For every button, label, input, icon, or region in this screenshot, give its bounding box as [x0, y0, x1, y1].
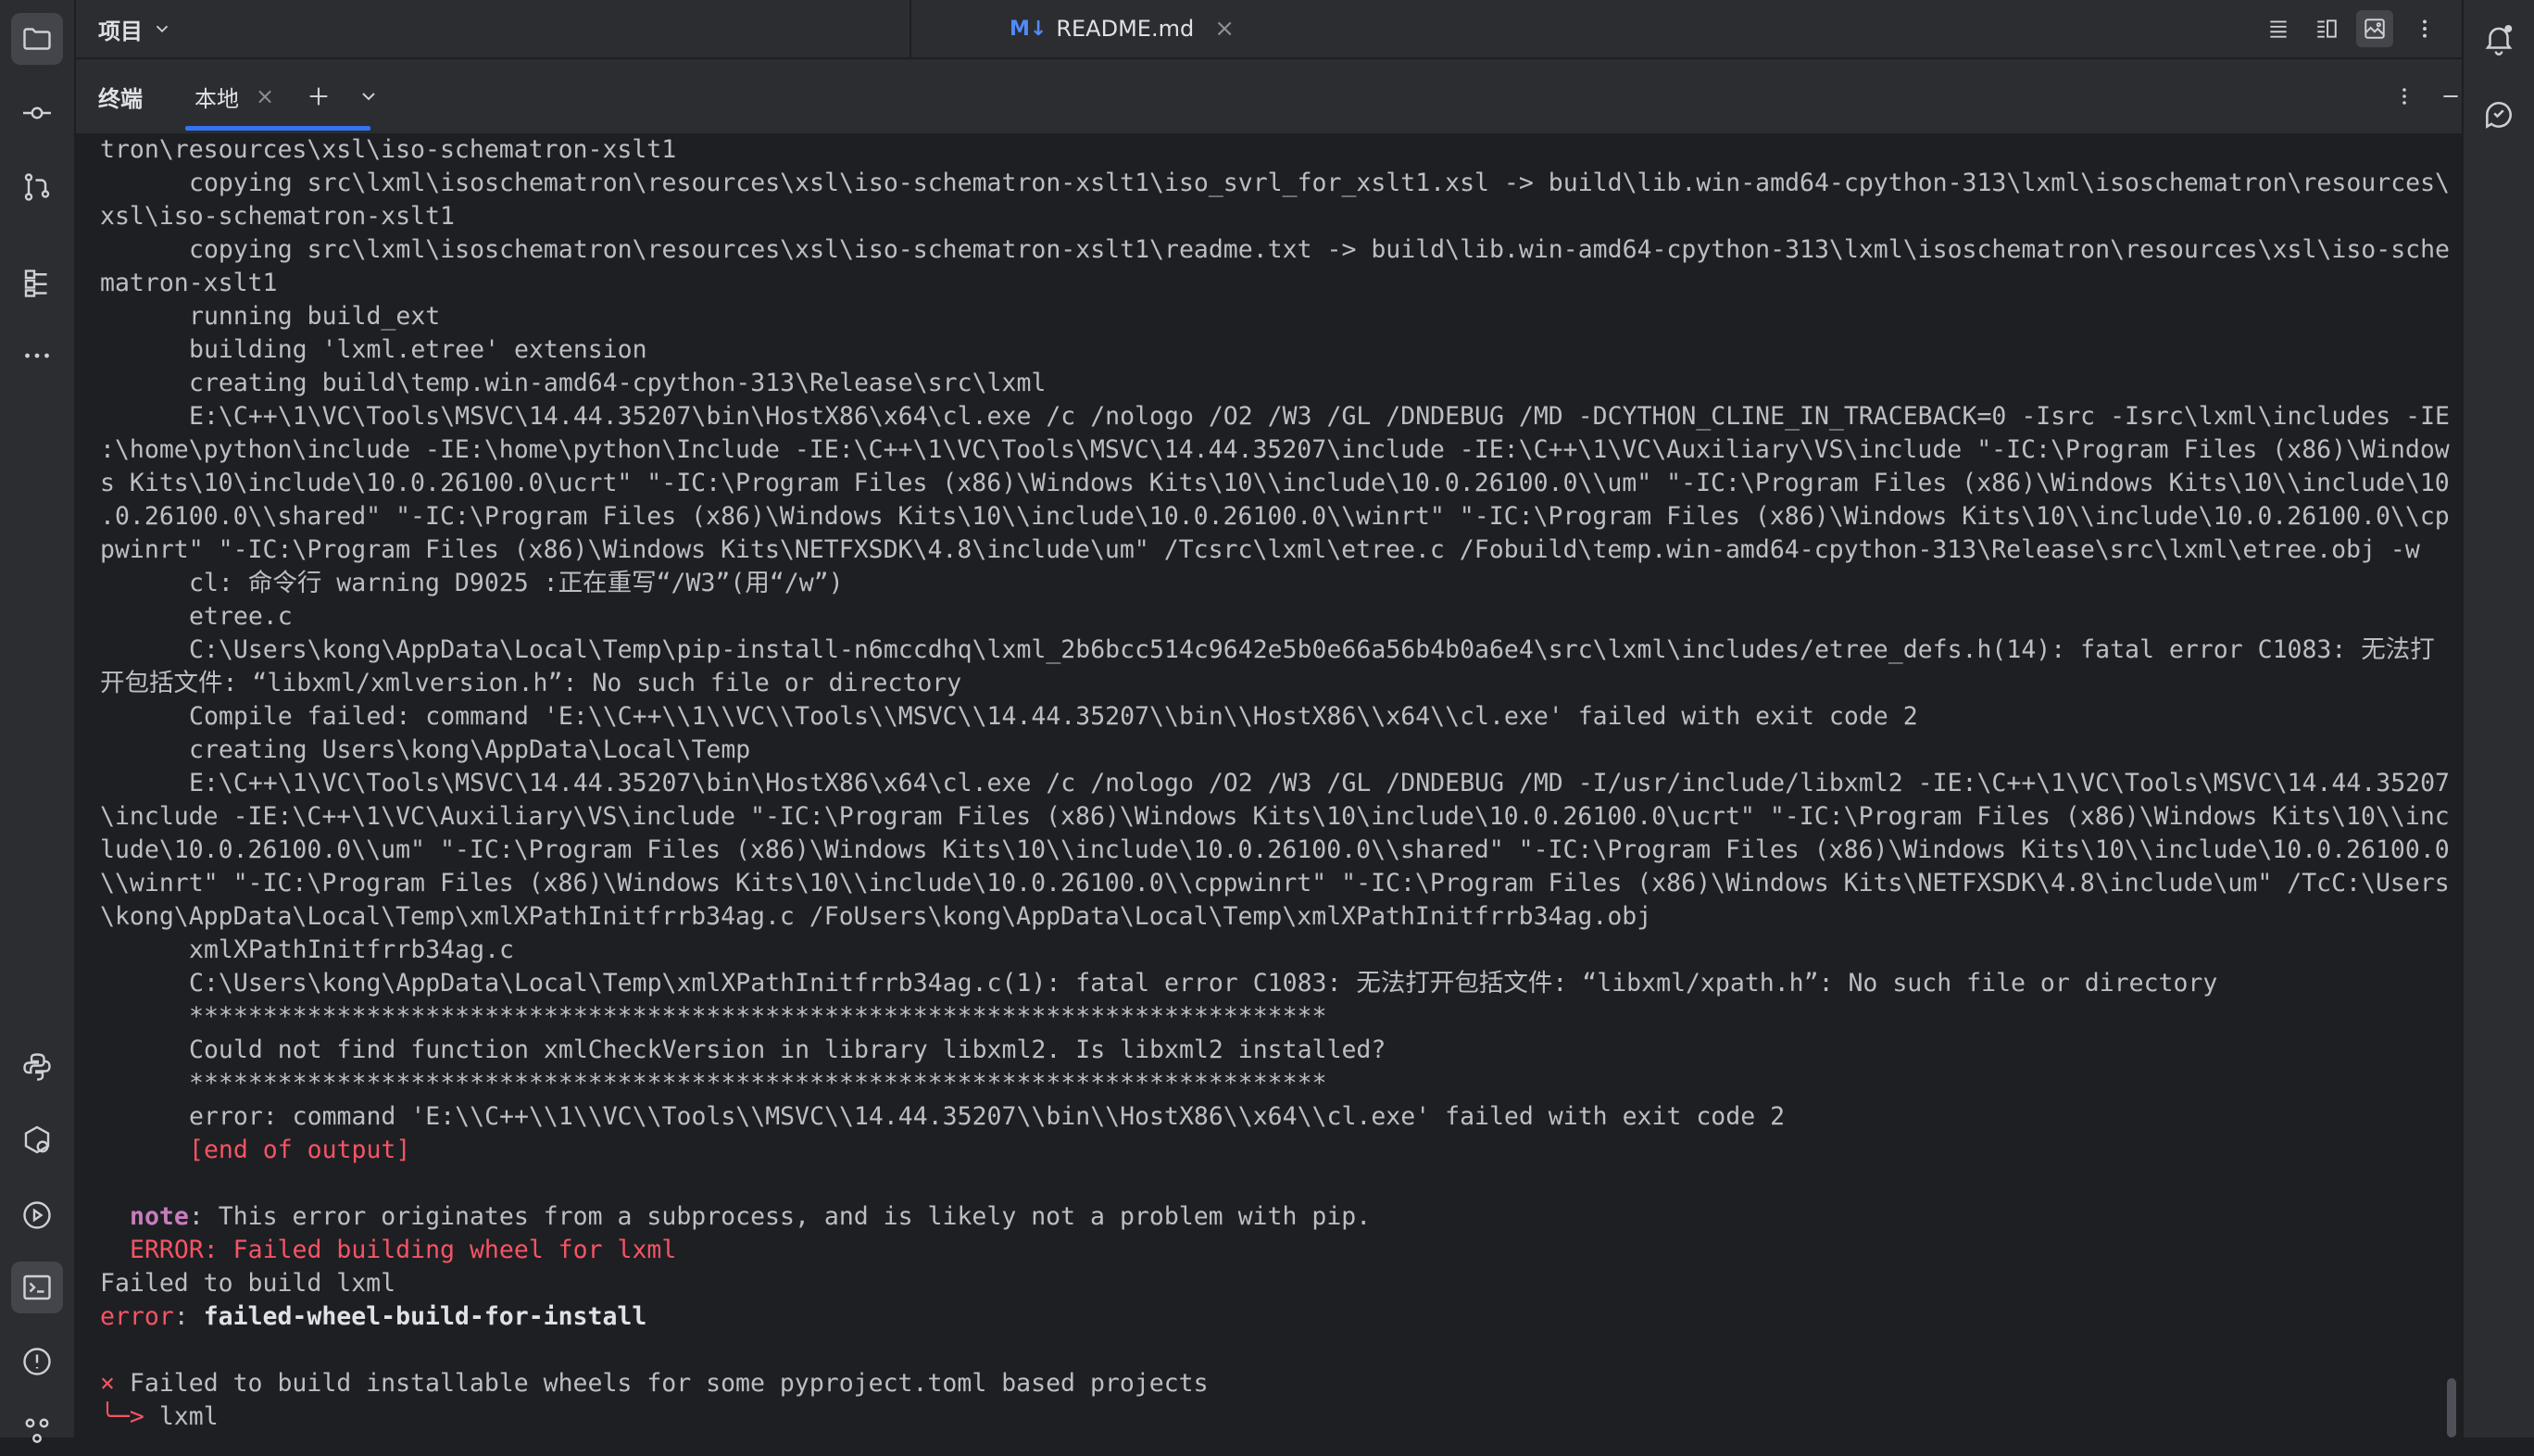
terminal-line: error: failed-wheel-build-for-install: [100, 1300, 2462, 1334]
terminal-line: [end of output]: [189, 1136, 411, 1164]
add-terminal-icon[interactable]: [300, 78, 337, 115]
terminal-line: .0.26100.0\\shared" "-IC:\Program Files …: [100, 502, 2450, 531]
project-dropdown[interactable]: 项目: [98, 0, 143, 57]
terminal-line: tron\resources\xsl\iso-schematron-xslt1: [100, 135, 677, 164]
terminal-line: Compile failed: command 'E:\\C++\\1\\VC\…: [189, 702, 1918, 731]
terminal-line: creating Users\kong\AppData\Local\Temp: [189, 735, 751, 764]
ai-assistant-icon[interactable]: [2473, 89, 2525, 141]
note-label: note: [130, 1202, 189, 1231]
terminal-line: s Kits\10\include\10.0.26100.0\ucrt" "-I…: [100, 469, 2450, 497]
python-packages-icon[interactable]: [11, 1041, 63, 1093]
terminal-tab-local[interactable]: 本地 ×: [194, 59, 287, 133]
more-icon[interactable]: [11, 330, 63, 382]
failed-build-text: Failed to build lxml: [100, 1269, 396, 1298]
close-icon[interactable]: ×: [256, 83, 274, 109]
terminal-line: C:\Users\kong\AppData\Local\Temp\xmlXPat…: [189, 969, 2218, 998]
terminal-line: etree.c: [189, 602, 293, 631]
more-vertical-icon[interactable]: [2386, 78, 2423, 115]
folder-icon[interactable]: [11, 13, 63, 65]
vcs-icon[interactable]: [11, 1404, 63, 1456]
chevron-down-icon[interactable]: [350, 78, 387, 115]
error-value: failed-wheel-build-for-install: [203, 1302, 647, 1331]
note-text: : This error originates from a subproces…: [188, 1202, 1372, 1231]
run-icon[interactable]: [11, 1189, 63, 1241]
terminal-lines: tron\resources\xsl\iso-schematron-xslt1 c…: [100, 133, 2462, 1437]
terminal-line: building 'lxml.etree' extension: [189, 335, 647, 364]
failed-wheels-text: Failed to build installable wheels for s…: [114, 1369, 1209, 1398]
terminal-line: ****************************************…: [189, 1069, 1327, 1098]
tab-readme[interactable]: M↓ README.md ×: [1010, 0, 1235, 57]
chevron-down-icon[interactable]: [152, 19, 172, 39]
terminal-line: × Failed to build installable wheels for…: [100, 1367, 2462, 1400]
branch-icon[interactable]: [11, 161, 63, 213]
terminal-line: pwinrt" "-IC:\Program Files (x86)\Window…: [100, 535, 2420, 564]
terminal-line: ╰─> lxml: [100, 1400, 2462, 1434]
terminal-line: note: This error originates from a subpr…: [100, 1200, 2462, 1234]
terminal-line: matron-xslt1: [100, 269, 278, 297]
terminal-line: copying src\lxml\isoschematron\resources…: [189, 235, 2451, 264]
terminal-line: E:\C++\1\VC\Tools\MSVC\14.44.35207\bin\H…: [189, 769, 2451, 797]
terminal-line: \include -IE:\C++\1\VC\Auxiliary\VS\incl…: [100, 802, 2450, 831]
terminal-line: 开包括文件: “libxml/xmlversion.h”: No such fi…: [100, 669, 962, 697]
commit-icon[interactable]: [11, 87, 63, 139]
minimize-icon[interactable]: [2432, 78, 2469, 115]
terminal-line: Could not find function xmlCheckVersion …: [189, 1036, 1386, 1064]
terminal-line: E:\C++\1\VC\Tools\MSVC\14.44.35207\bin\H…: [189, 402, 2451, 431]
terminal-line: running build_ext: [189, 302, 441, 331]
structure-icon[interactable]: [11, 257, 63, 309]
project-label: 项目: [98, 18, 143, 44]
terminal-line: ****************************************…: [189, 1002, 1327, 1031]
editor-only-icon[interactable]: [2260, 10, 2297, 47]
split-view-icon[interactable]: [2308, 10, 2345, 47]
problems-icon[interactable]: [11, 1336, 63, 1387]
active-tab-indicator: [185, 126, 370, 131]
notifications-icon[interactable]: [2473, 13, 2525, 65]
close-icon[interactable]: ×: [1214, 15, 1235, 43]
top-bar: 项目 M↓ README.md ×: [76, 0, 2462, 59]
terminal-line: lude\10.0.26100.0\\um" "-IC:\Program Fil…: [100, 835, 2450, 864]
terminal-line: creating build\temp.win-amd64-cpython-31…: [189, 369, 1047, 397]
editor-tabs: M↓ README.md ×: [909, 0, 2462, 57]
error-label: error: [100, 1302, 174, 1331]
terminal-title: 终端: [98, 85, 143, 112]
terminal-line: xmlXPathInitfrrb34ag.c: [189, 935, 514, 964]
terminal-output[interactable]: tron\resources\xsl\iso-schematron-xslt1 c…: [76, 133, 2462, 1437]
terminal-line: copying src\lxml\isoschematron\resources…: [189, 169, 2451, 197]
markdown-icon: M↓: [1010, 17, 1047, 41]
terminal-scrollbar[interactable]: [2447, 1378, 2456, 1437]
arrow-package-text: lxml: [144, 1402, 219, 1431]
terminal-line: xsl\iso-schematron-xslt1: [100, 202, 455, 231]
terminal-line: \\winrt" "-IC:\Program Files (x86)\Windo…: [100, 869, 2450, 897]
services-icon[interactable]: [11, 1115, 63, 1167]
terminal-icon[interactable]: [11, 1261, 63, 1313]
x-mark-icon: ×: [100, 1369, 115, 1398]
terminal-line: cl: 命令行 warning D9025 :正在重写“/W3”(用“/w”): [189, 569, 844, 597]
terminal-tab-label: 本地: [194, 85, 239, 112]
right-tool-bar: [2462, 0, 2534, 1437]
terminal-line: error: command 'E:\\C++\\1\\VC\\Tools\\M…: [189, 1102, 1786, 1131]
terminal-header: 终端 本地 ×: [76, 59, 2462, 133]
tree-arrow-icon: ╰─>: [100, 1402, 144, 1431]
terminal-line: C:\Users\kong\AppData\Local\Temp\pip-ins…: [189, 635, 2435, 664]
left-tool-bar: [0, 0, 76, 1443]
tab-label: README.md: [1056, 16, 1195, 42]
more-vertical-icon[interactable]: [2406, 10, 2443, 47]
terminal-line: \kong\AppData\Local\Temp\xmlXPathInitfrr…: [100, 902, 1652, 931]
terminal-line: :\home\python\include -IE:\home\python\I…: [100, 435, 2450, 464]
terminal-line: Failed to build lxml: [100, 1267, 2462, 1300]
error-wheel-text: ERROR: Failed building wheel for lxml: [130, 1236, 677, 1264]
terminal-line: ERROR: Failed building wheel for lxml: [100, 1234, 2462, 1267]
preview-icon[interactable]: [2356, 10, 2393, 47]
error-colon: :: [173, 1302, 204, 1331]
